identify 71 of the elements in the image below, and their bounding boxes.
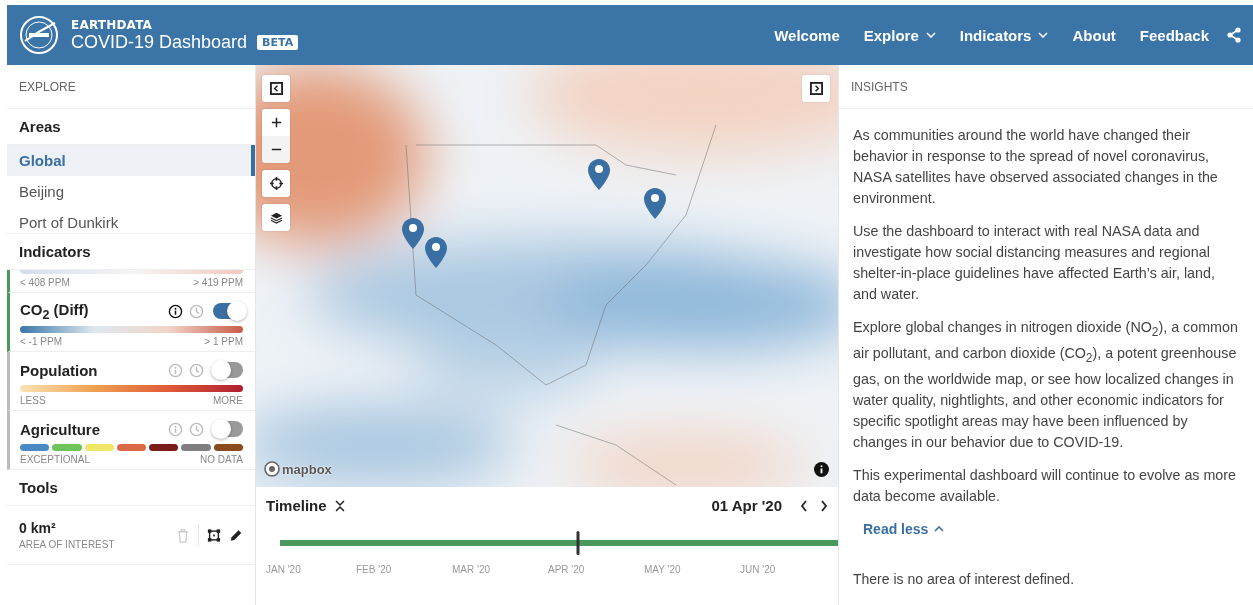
nav-link[interactable]: About <box>1072 26 1116 44</box>
toggle-switch[interactable] <box>213 421 243 437</box>
timeline-tick-label: MAR '20 <box>452 564 492 575</box>
collapse-panel-button[interactable] <box>262 75 290 102</box>
timeline-date: 01 Apr '20 <box>711 497 782 514</box>
timeline-title: Timeline <box>266 497 327 514</box>
locate-button[interactable] <box>262 170 290 197</box>
nav-link[interactable]: Indicators <box>959 26 1049 44</box>
indicator-name: Population <box>20 361 98 379</box>
pencil-icon[interactable] <box>229 527 243 543</box>
legend-label: < 408 PPM <box>20 277 70 288</box>
nav-link[interactable]: Feedback <box>1139 26 1209 44</box>
timeline-tick-label: JUN '20 <box>740 564 777 575</box>
area-item[interactable]: Beijing <box>7 176 255 207</box>
area-label: AREA OF INTEREST <box>19 539 115 550</box>
share-icon[interactable] <box>1227 27 1241 43</box>
expand-right-icon <box>809 82 823 95</box>
empty-message: There is no area of interest defined. <box>852 571 1076 589</box>
mapbox-logo-icon <box>264 461 280 477</box>
collapse-left-icon <box>269 82 283 95</box>
section-title: Tools <box>7 470 255 506</box>
next-icon[interactable] <box>820 499 828 512</box>
insight-paragraph: This experimental dashboard will continue to evolve as more data become available. <box>853 465 1238 506</box>
insight-paragraph: Explore global changes in nitrogen dioxide (NO$_{2}$), a common air pollutant, and carbon dioxide (CO$_{2}$), a potent greenhouse gas, on the worldwide map, or see how localized changes in water quality, nightlights, and other economic indicators for specific spotlight areas may have been influenced by changes in our behavior due to COVID-19. <box>853 318 1239 452</box>
insight-paragraph: Use the dashboard to interact with real NASA data and investigate how social distancing measures and regional shelter-in-place guidelines have affected Earth’s air, land, and water. <box>853 222 1216 304</box>
area-value: 0 km² <box>19 520 57 536</box>
collapse-icon[interactable] <box>334 499 345 512</box>
legend-label: > 419 PPM <box>193 277 243 288</box>
area-item[interactable]: Port of Dunkirk <box>7 207 255 233</box>
indicator-name: Agriculture <box>20 420 100 438</box>
nav-link[interactable]: Welcome <box>774 26 840 44</box>
panel-heading: EXPLORE <box>7 65 255 109</box>
chevron-down-icon <box>925 32 936 38</box>
chevron-up-icon <box>934 525 945 532</box>
zoom-in-button[interactable] <box>262 109 290 136</box>
area-item[interactable]: Global <box>7 145 255 176</box>
beta-badge: BETA <box>257 34 299 50</box>
brand-name: EARTHDATA <box>71 17 154 32</box>
timeline-tick-label: MAY '20 <box>644 564 682 575</box>
legend-label: EXCEPTIONAL <box>20 454 91 465</box>
toggle-switch[interactable] <box>213 362 243 378</box>
read-less-link[interactable]: Read less <box>863 520 945 537</box>
timeline-tick-label: APR '20 <box>548 564 586 575</box>
insight-paragraph: As communities around the world have changed their behavior in response to the spread of novel coronavirus, NASA satellites have observed associated changes in the environment. <box>853 126 1219 208</box>
legend-label: NO DATA <box>200 454 243 465</box>
legend-label: < -1 PPM <box>20 336 62 347</box>
legend-label: > 1 PPM <box>204 336 243 347</box>
app-title: COVID-19 Dashboard <box>71 31 248 53</box>
nav-link[interactable]: Explore <box>863 26 936 44</box>
map-pin-icon[interactable] <box>401 216 426 251</box>
map-attribution[interactable]: mapbox <box>264 461 332 477</box>
plus-icon <box>269 116 283 129</box>
agency-logo-icon[interactable] <box>19 15 59 55</box>
layers-button[interactable] <box>262 204 290 231</box>
timeline-tick-label: FEB '20 <box>356 564 393 575</box>
timeline-handle[interactable] <box>576 531 580 555</box>
layers-icon <box>269 211 283 224</box>
indicator-name: CO$_{2}$ (Diff) <box>20 300 89 322</box>
expand-panel-button[interactable] <box>802 75 830 102</box>
timeline-tick-label: JAN '20 <box>266 564 302 575</box>
square-select-icon[interactable] <box>207 527 221 543</box>
crosshair-icon <box>269 177 283 190</box>
legend-label: MORE <box>213 395 243 406</box>
previous-icon[interactable] <box>800 499 808 512</box>
map-pin-icon[interactable] <box>424 235 449 270</box>
chevron-down-icon <box>1038 32 1049 38</box>
info-icon[interactable] <box>168 303 183 319</box>
info-icon[interactable] <box>814 462 829 477</box>
panel-heading: INSIGHTS <box>839 65 1253 109</box>
legend-label: LESS <box>20 395 46 406</box>
map-pin-icon[interactable] <box>587 157 612 192</box>
